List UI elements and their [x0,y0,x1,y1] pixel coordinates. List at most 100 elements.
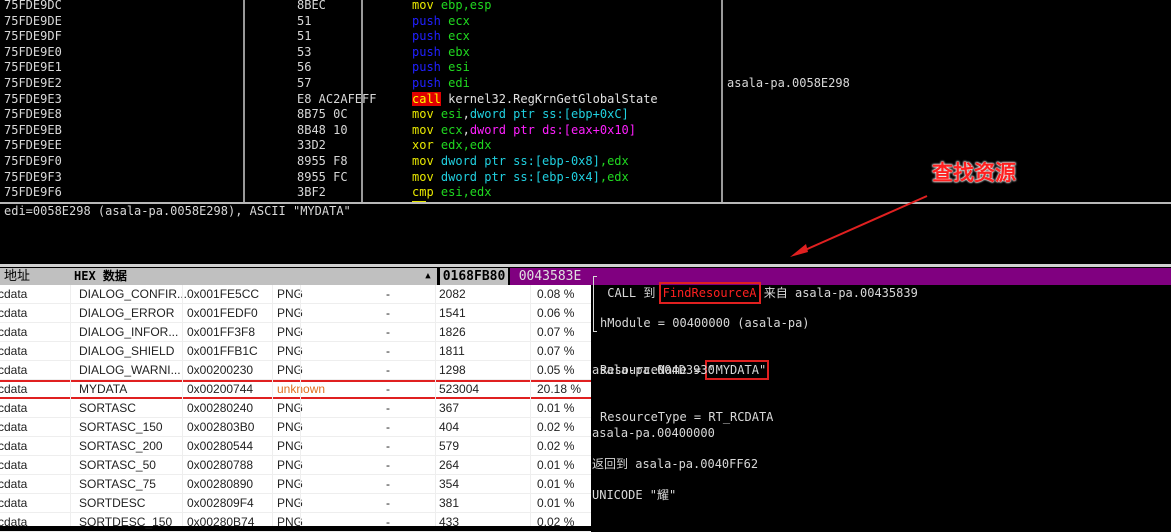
resource-row[interactable]: rcdataSORTDESC0x002809F4PNG-3810.01 % [0,494,591,513]
asm-hex[interactable]: 8B48 10 [297,123,348,139]
asm-hex[interactable]: 51 [297,29,311,45]
asm-instruction[interactable]: mov esi,dword ptr ss:[ebp+0xC] [412,107,629,123]
resource-row[interactable]: rcdataSORTASC_1500x002803B0PNG-4040.02 % [0,418,591,437]
asm-token: mov [412,154,441,168]
resource-name: MYDATA [79,382,128,396]
asm-token: ecx [448,13,470,28]
asm-instruction[interactable]: push edi [412,76,470,92]
asm-hex[interactable]: 53 [297,45,311,61]
resource-size: 433 [439,515,460,529]
asm-hex[interactable]: 3BF2 [297,185,326,201]
asm-address[interactable]: 75FDE9EE [4,138,62,154]
asm-address[interactable]: 75FDE9DF [4,29,62,45]
resource-type: rcdata [0,325,28,339]
resource-type: rcdata [0,496,28,510]
asm-address[interactable]: 75FDE9E1 [4,60,62,76]
asm-address[interactable]: 75FDE9F6 [4,185,62,201]
header-hex[interactable]: HEX 数据 [74,268,127,285]
annotation-arrow-icon [790,195,928,257]
resource-row[interactable]: rcdataDIALOG_INFOR...0x001FF3F8PNG-18260… [0,323,591,342]
info-line: edi=0058E298 (asala-pa.0058E298), ASCII … [4,204,351,218]
asm-address[interactable]: 75FDE9E2 [4,76,62,92]
resource-row[interactable]: rcdataSORTASC_500x00280788PNG-2640.01 % [0,456,591,475]
resource-size: 1298 [439,363,466,377]
asm-instruction[interactable]: push esi [412,60,470,76]
asm-instruction[interactable]: mov dword ptr ss:[ebp-0x4],edx [412,170,629,186]
resource-lang: - [386,382,390,396]
asm-address[interactable]: 75FDE9F0 [4,154,62,170]
asm-token: ebp,esp [440,0,492,12]
resource-lang: - [386,287,390,301]
asm-token: dword ptr ds:[eax+0x10] [469,122,636,137]
resource-offset: 0x001FF3F8 [187,325,256,339]
scroll-up-button[interactable]: ▲ [420,268,436,285]
asm-instruction[interactable]: mov dword ptr ss:[ebp-0x8],edx [412,154,629,170]
asm-address[interactable]: 75FDE9EB [4,123,62,139]
resource-row[interactable]: rcdataDIALOG_CONFIR...0x001FE5CCPNG-2082… [0,285,591,304]
asm-hex[interactable]: E8 AC2AFEFF [297,92,376,108]
resource-row[interactable]: rcdataDIALOG_ERROR0x001FEDF0PNG-15410.06… [0,304,591,323]
asm-hex[interactable]: 8BEC [297,0,326,14]
resource-type: rcdata [0,420,28,434]
resource-row[interactable]: rcdataDIALOG_WARNI...0x00200230PNG-12980… [0,361,591,380]
asm-hex[interactable]: 51 [297,14,311,30]
asm-token: dword ptr ss:[ebp+0xC] [469,107,629,122]
asm-instruction[interactable]: call kernel32.RegKrnGetGlobalState [412,91,658,108]
asm-address[interactable]: 75FDE9E3 [4,92,62,108]
asm-comment[interactable]: asala-pa.0058E298 [727,76,850,92]
resource-offset: 0x00280240 [187,401,254,415]
asm-instruction[interactable]: push ebx [412,45,470,61]
resource-row[interactable]: rcdata MYDATA 0x00200744 unknown - 523004 20.1… [0,380,591,399]
stack-comment: 返回到 asala-pa.0040FF62 [592,457,759,471]
resource-pct: 0.01 % [537,401,575,415]
resource-row[interactable]: rcdataSORTASC_750x00280890PNG-3540.01 % [0,475,591,494]
asm-address[interactable]: 75FDE9E0 [4,45,62,61]
resource-offset: 0x00200230 [187,363,254,377]
stack-value[interactable]: 0043583E [510,268,590,285]
resource-pct: 0.01 % [537,477,575,491]
resource-row[interactable]: rcdataSORTDESC_1500x00280B74PNG-4330.02 … [0,513,591,532]
resource-type: rcdata [0,515,28,529]
resource-table[interactable]: rcdataDIALOG_CONFIR...0x001FE5CCPNG-2082… [0,285,591,532]
pane-divider[interactable] [0,264,1171,267]
asm-token: push [412,60,449,75]
asm-instruction[interactable]: push ecx [412,14,470,30]
asm-instruction[interactable]: push ecx [412,29,470,45]
asm-address[interactable]: 75FDE9DC [4,0,62,14]
asm-token: ecx [440,122,463,137]
asm-hex[interactable]: 33D2 [297,138,326,154]
asm-instruction[interactable]: cmp esi,edx [412,185,491,201]
column-divider[interactable] [361,0,363,203]
asm-token: dword ptr ss:[ebp-0x8] [440,154,600,168]
asm-hex[interactable]: 57 [297,76,311,92]
resource-name: DIALOG_ERROR [79,306,175,320]
resource-size: 579 [439,439,460,453]
asm-hex[interactable]: 8B75 0C [297,107,348,123]
asm-hex[interactable]: 8955 FC [297,170,348,186]
resource-row[interactable]: rcdataDIALOG_SHIELD0x001FFB1CPNG-18110.0… [0,342,591,361]
asm-hex[interactable]: 8955 F8 [297,154,348,170]
resource-size: 367 [439,401,460,415]
asm-instruction[interactable]: mov ebp,esp [412,0,491,14]
asm-token: dword ptr ss:[ebp-0x4] [440,169,600,184]
resource-row[interactable]: rcdataSORTASC_2000x00280544PNG-5790.02 % [0,437,591,456]
resource-offset: 0x00280788 [187,458,254,472]
resource-name: SORTDESC [79,496,146,510]
resource-lang: - [386,477,390,491]
asm-address[interactable]: 75FDE9E8 [4,107,62,123]
stack-address[interactable]: 0168FB80 [440,268,508,285]
resource-lang: - [386,458,390,472]
column-divider[interactable] [721,0,723,203]
resource-lang: - [386,439,390,453]
asm-address[interactable]: 75FDE9F3 [4,170,62,186]
asm-hex[interactable]: 56 [297,60,311,76]
asm-address[interactable]: 75FDE9DE [4,14,62,30]
resource-row[interactable]: rcdataSORTASC0x00280240PNG-3670.01 % [0,399,591,418]
asm-token: edi [448,76,470,90]
stack-comment: asala-pa.004D3930 [592,363,715,377]
header-address[interactable]: 地址 [4,268,30,285]
asm-instruction[interactable]: mov ecx,dword ptr ds:[eax+0x10] [412,123,636,139]
asm-instruction[interactable]: xor edx,edx [412,138,491,154]
stack-call-row[interactable]: CALL 到 FindResourceA 来自 asala-pa.0043583… [590,268,1171,304]
column-divider[interactable] [243,0,245,203]
